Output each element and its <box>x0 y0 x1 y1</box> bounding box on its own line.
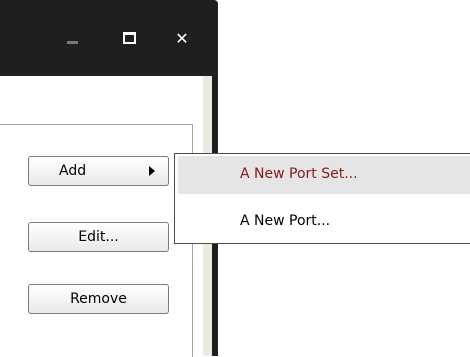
add-submenu: A New Port Set... A New Port... <box>174 153 470 244</box>
remove-button[interactable]: Remove <box>28 284 169 314</box>
submenu-arrow-icon <box>149 166 155 176</box>
minimize-button[interactable] <box>62 26 82 50</box>
edit-button[interactable]: Edit... <box>28 222 169 252</box>
remove-button-label: Remove <box>70 291 127 307</box>
close-button[interactable]: ✕ <box>172 26 192 50</box>
maximize-button[interactable] <box>119 26 139 50</box>
add-button-label: Add <box>59 163 87 179</box>
close-icon: ✕ <box>175 28 189 48</box>
maximize-icon <box>122 32 136 44</box>
menu-item-label: A New Port Set... <box>240 166 358 182</box>
minimize-icon <box>66 40 78 44</box>
edit-button-label: Edit... <box>78 229 119 245</box>
add-button[interactable]: Add <box>28 156 169 186</box>
menu-item-new-port-set[interactable]: A New Port Set... <box>178 156 470 194</box>
menu-item-label: A New Port... <box>240 213 331 229</box>
menu-item-new-port[interactable]: A New Port... <box>178 205 470 241</box>
title-bar: ✕ <box>0 0 218 76</box>
